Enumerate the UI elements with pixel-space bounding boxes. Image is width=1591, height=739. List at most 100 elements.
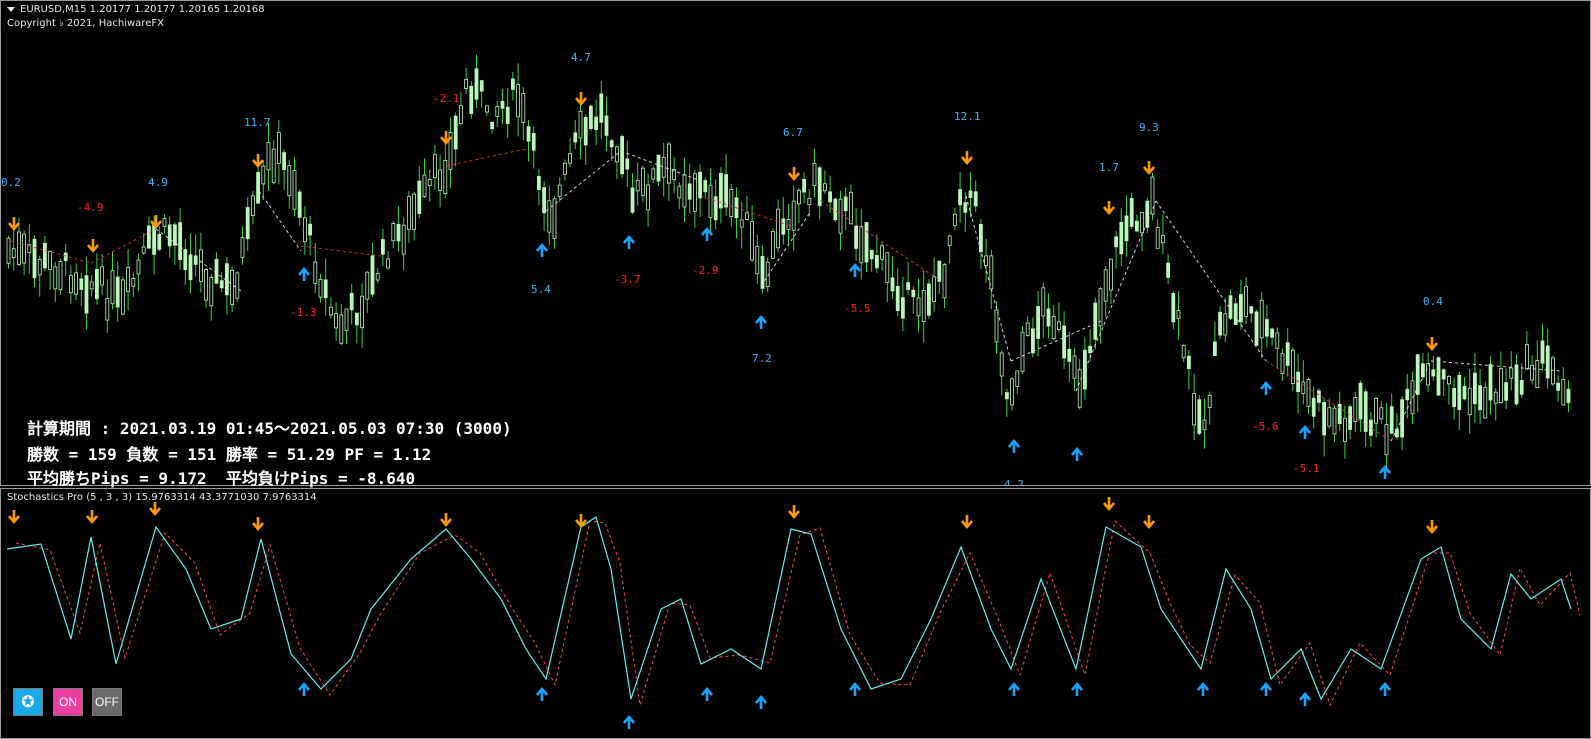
candle	[22, 230, 27, 276]
candle	[193, 234, 198, 277]
sell-arrow-icon	[1103, 201, 1115, 216]
candle	[1488, 356, 1493, 415]
candle	[302, 206, 307, 256]
candle	[1561, 367, 1566, 406]
candle	[812, 148, 817, 197]
candle	[1348, 404, 1352, 440]
candle	[209, 273, 214, 321]
candle	[432, 145, 437, 190]
candle	[474, 54, 479, 109]
loss-pips-label: -5.6	[1252, 420, 1279, 433]
candle	[531, 126, 536, 169]
candle	[849, 184, 853, 225]
gear-icon: ✪	[21, 694, 35, 711]
candle	[932, 257, 936, 312]
candle	[1072, 347, 1077, 391]
price-chart-panel[interactable]: EURUSD,M15 1.20177 1.20177 1.20165 1.201…	[0, 0, 1591, 488]
candle	[1369, 411, 1373, 448]
candle	[1415, 354, 1420, 413]
candle	[1535, 340, 1540, 389]
candle	[1218, 306, 1222, 340]
candle	[781, 197, 786, 245]
candle	[464, 67, 469, 94]
candle	[1462, 377, 1467, 401]
candle	[95, 253, 99, 305]
candle	[490, 121, 495, 134]
candle	[313, 243, 318, 294]
candle	[921, 270, 926, 343]
candle	[1322, 397, 1326, 457]
sell-arrow-icon	[252, 154, 264, 169]
sell-arrow-icon	[1143, 515, 1155, 530]
buy-arrow-icon	[623, 234, 635, 249]
candle	[1244, 277, 1248, 325]
candle	[214, 252, 219, 284]
stats-winloss: 勝数 = 159 負数 = 151 勝率 = 51.29 PF = 1.12	[27, 445, 432, 464]
candle	[698, 164, 702, 217]
candle	[661, 142, 666, 197]
candle	[1514, 354, 1519, 406]
stochastics-panel[interactable]: Stochastics Pro (5 , 3 , 3) 15.9763314 4…	[0, 488, 1591, 739]
candle	[261, 161, 266, 201]
candle	[1374, 396, 1378, 438]
candle	[323, 258, 328, 316]
candle	[1426, 352, 1430, 392]
sell-arrow-icon	[87, 239, 99, 254]
candle	[1379, 400, 1384, 424]
candle	[427, 169, 432, 202]
candle	[1161, 213, 1165, 255]
off-button[interactable]: OFF	[92, 688, 122, 716]
candle	[552, 196, 557, 249]
stochastic-signal-line	[15, 520, 1581, 707]
candle	[1389, 393, 1394, 435]
candle	[1467, 369, 1472, 434]
candle	[854, 208, 858, 262]
candle	[677, 182, 682, 210]
win-pips-label: 12.1	[954, 110, 981, 123]
candle	[1499, 351, 1503, 404]
candle	[1062, 311, 1066, 370]
candle	[157, 226, 162, 252]
candle	[1504, 368, 1508, 410]
candle	[328, 297, 333, 319]
settings-button[interactable]: ✪	[13, 688, 43, 716]
candle	[979, 219, 983, 269]
candle	[141, 233, 146, 255]
candle	[1171, 290, 1176, 330]
candle	[37, 255, 42, 297]
win-pips-label: 4.7	[571, 51, 591, 64]
on-button[interactable]: ON	[53, 688, 83, 716]
candle	[641, 165, 645, 203]
buy-arrow-icon	[536, 242, 548, 257]
candle	[1213, 321, 1217, 356]
buy-arrow-icon	[1008, 438, 1020, 453]
candle	[1525, 331, 1529, 371]
candle	[1441, 368, 1446, 397]
candle	[1327, 398, 1332, 429]
candle	[1057, 302, 1061, 333]
candle	[739, 201, 744, 249]
candle	[1343, 405, 1347, 459]
candle	[937, 260, 942, 295]
buy-arrow-icon	[623, 714, 635, 729]
candle	[448, 117, 453, 189]
buy-arrow-icon	[1379, 681, 1391, 696]
candle	[84, 256, 89, 330]
trade-line	[1010, 320, 1102, 362]
candle	[1114, 230, 1118, 269]
candle	[885, 252, 890, 302]
candle	[1124, 195, 1129, 257]
candle	[250, 190, 255, 225]
buy-arrow-icon	[1260, 380, 1272, 395]
candle	[869, 249, 874, 272]
candle	[100, 253, 104, 295]
candle	[183, 238, 188, 286]
candle	[11, 229, 16, 271]
candle	[1254, 309, 1259, 346]
candle	[58, 258, 63, 295]
candle	[1166, 253, 1170, 285]
candle	[375, 268, 380, 283]
candle	[292, 157, 297, 217]
trade-line	[90, 228, 157, 264]
candle	[48, 249, 52, 290]
